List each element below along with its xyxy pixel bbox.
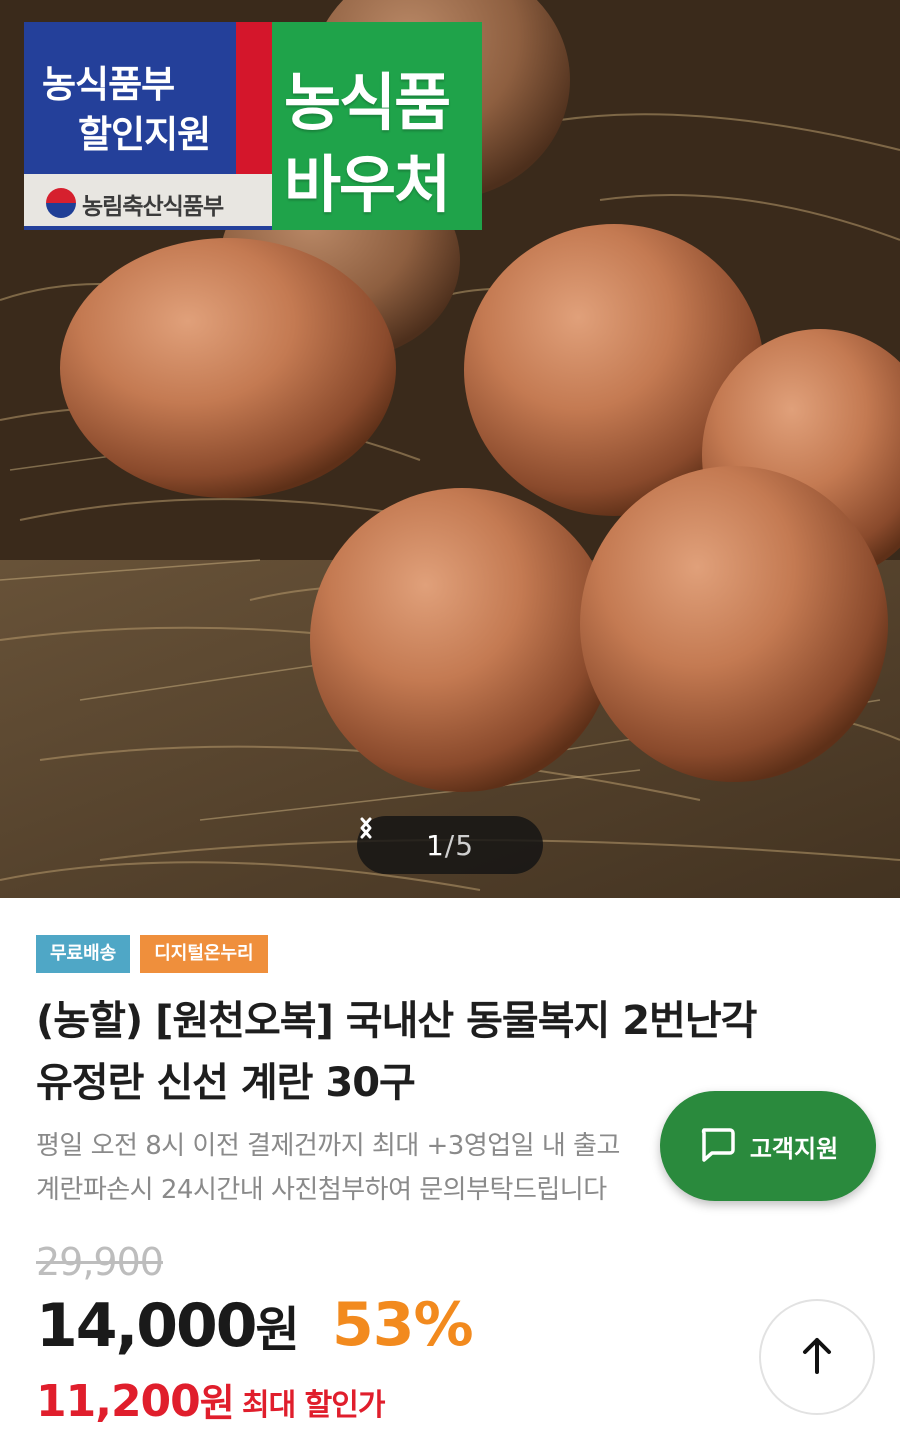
max-discount-label: 최대 할인가 bbox=[242, 1388, 385, 1423]
max-discount-price: 11,200원 bbox=[36, 1372, 235, 1427]
pager-current: 1 bbox=[425, 828, 445, 862]
arrow-up-icon bbox=[800, 1335, 834, 1379]
tag-digital-onnuri: 디지털온누리 bbox=[140, 935, 268, 973]
pager-total: 5 bbox=[455, 828, 475, 862]
tag-free-shipping: 무료배송 bbox=[36, 935, 131, 973]
ministry-logo: 농림축산식품부 bbox=[24, 174, 272, 230]
customer-support-label: 고객지원 bbox=[749, 1134, 839, 1163]
customer-support-button[interactable]: 고객지원 bbox=[660, 1091, 876, 1201]
product-description: 평일 오전 8시 이전 결제건까지 최대 +3영업일 내 출고 계란파손시 24… bbox=[36, 1124, 676, 1212]
pager-separator: / bbox=[444, 828, 456, 862]
description-line1: 평일 오전 8시 이전 결제건까지 최대 +3영업일 내 출고 bbox=[36, 1131, 620, 1161]
image-pager: 1/5 bbox=[357, 816, 543, 874]
max-price-unit: 원 bbox=[199, 1381, 235, 1425]
max-price-value: 11,200 bbox=[36, 1376, 201, 1427]
ministry-underline bbox=[24, 226, 272, 230]
product-image[interactable]: 농식품부 할인지원 농림축산식품부 농식품 바우처 1/5 bbox=[0, 0, 900, 898]
sale-price-unit: 원 bbox=[255, 1302, 300, 1358]
original-price: 29,900 bbox=[36, 1240, 164, 1284]
badge-line2: 할인지원 bbox=[78, 113, 211, 156]
description-line2: 계란파손시 24시간내 사진첨부하여 문의부탁드립니다 bbox=[36, 1175, 607, 1205]
badge-line1: 농식품부 bbox=[42, 63, 175, 106]
ministry-emblem-icon bbox=[46, 188, 76, 218]
badge-red-stripe bbox=[236, 22, 272, 174]
voucher-line2: 바우처 bbox=[284, 148, 451, 221]
discount-rate: 53% bbox=[332, 1290, 474, 1360]
pager-count: 1/5 bbox=[426, 829, 474, 862]
product-tags: 무료배송 디지털온누리 bbox=[36, 935, 268, 973]
discount-support-badge: 농식품부 할인지원 bbox=[24, 22, 246, 174]
ministry-name: 농림축산식품부 bbox=[82, 194, 224, 220]
voucher-line1: 농식품 bbox=[284, 66, 451, 139]
product-title-line1: (농할) [원천오복] 국내산 동물복지 2번난각 bbox=[36, 998, 757, 1044]
sale-price-value: 14,000 bbox=[36, 1291, 258, 1361]
chat-bubble-icon bbox=[698, 1125, 736, 1167]
scroll-top-button[interactable] bbox=[759, 1299, 875, 1415]
voucher-badge: 농식품 바우처 bbox=[272, 22, 482, 230]
sale-price: 14,000원 bbox=[36, 1290, 300, 1361]
